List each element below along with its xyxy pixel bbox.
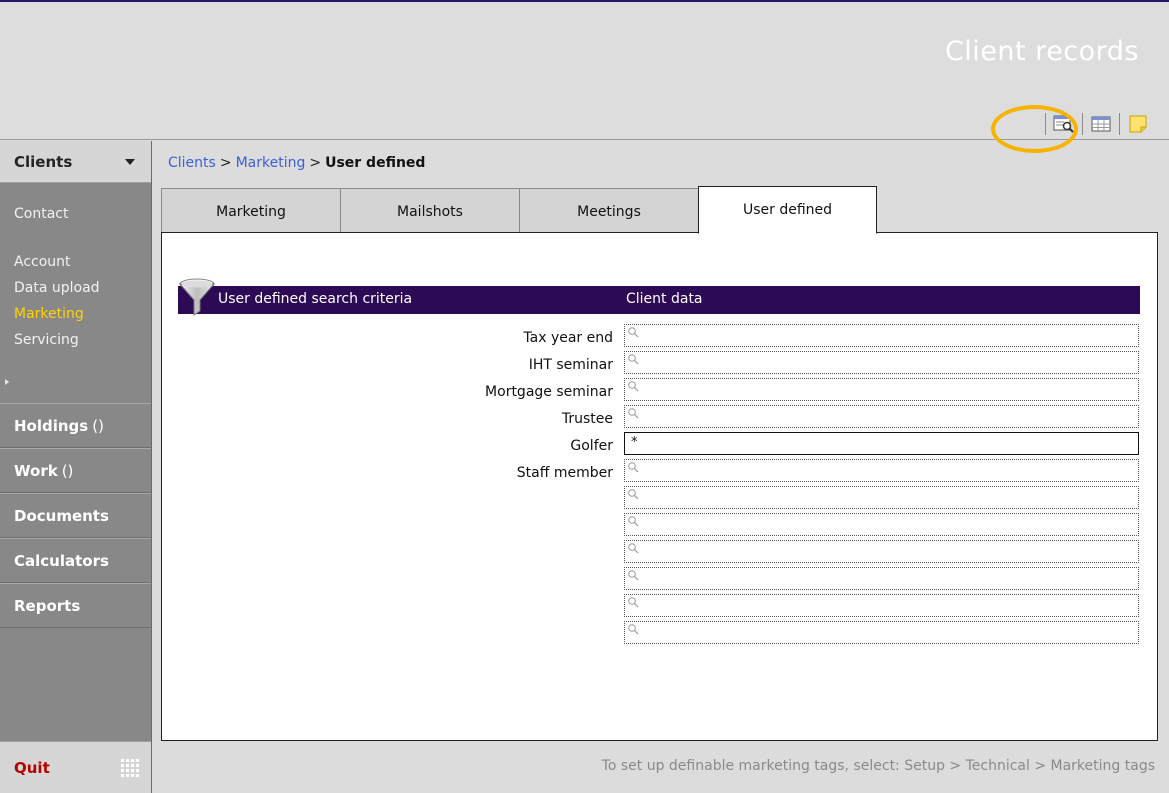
footer-hint: To set up definable marketing tags, sele…: [601, 758, 1155, 774]
sidebar-section-calculators[interactable]: Calculators: [0, 538, 151, 583]
chevron-down-icon: [125, 158, 135, 165]
sidebar-item-marketing[interactable]: Marketing: [14, 301, 151, 327]
section-label: Calculators: [14, 551, 109, 570]
breadcrumb-marketing[interactable]: Marketing: [236, 155, 306, 171]
grip-icon[interactable]: [121, 758, 139, 777]
toolbar-separator: [1119, 113, 1120, 135]
criteria-row: [162, 567, 1159, 593]
magnifier-icon: [628, 570, 639, 581]
tab-bar: Marketing Mailshots Meetings User define…: [161, 186, 877, 234]
sidebar: Clients Contact Account Data upload Mark…: [0, 141, 152, 793]
magnifier-icon: [628, 489, 639, 500]
criteria-field[interactable]: [624, 621, 1139, 644]
magnifier-icon: [628, 381, 639, 392]
criteria-row: [162, 540, 1159, 566]
criteria-field[interactable]: [624, 567, 1139, 590]
funnel-icon: [178, 277, 216, 323]
section-count: (): [61, 461, 74, 480]
criteria-label: Golfer: [570, 438, 613, 454]
breadcrumb-current: User defined: [325, 155, 426, 171]
magnifier-icon: [628, 543, 639, 554]
criteria-row: [162, 594, 1159, 620]
search-window-icon[interactable]: [1053, 114, 1075, 134]
sidebar-header-label: Clients: [14, 152, 73, 171]
field-value: *: [631, 435, 638, 450]
criteria-field[interactable]: [624, 459, 1139, 482]
criteria-label: IHT seminar: [528, 357, 613, 373]
criteria-row: [162, 486, 1159, 512]
sidebar-arrow-icon: [5, 379, 9, 385]
table-view-icon[interactable]: [1090, 114, 1112, 134]
section-label: Work: [14, 461, 58, 480]
toolbar-separator: [1082, 113, 1083, 135]
sticky-note-icon[interactable]: [1127, 114, 1149, 134]
tab-marketing[interactable]: Marketing: [161, 188, 340, 234]
criteria-field[interactable]: [624, 351, 1139, 374]
sidebar-section-work[interactable]: Work (): [0, 448, 151, 493]
sidebar-footer: Quit: [0, 741, 151, 793]
criteria-label: Tax year end: [523, 330, 613, 346]
criteria-row: Staff member: [162, 459, 1159, 485]
sidebar-section-reports[interactable]: Reports: [0, 583, 151, 628]
grid-right-header: Client data: [626, 291, 703, 307]
sidebar-item-servicing[interactable]: Servicing: [14, 327, 151, 353]
criteria-label: Mortgage seminar: [485, 384, 613, 400]
quit-button[interactable]: Quit: [14, 759, 50, 777]
sidebar-section-documents[interactable]: Documents: [0, 493, 151, 538]
criteria-field[interactable]: *: [624, 432, 1139, 455]
page-title: Client records: [944, 36, 1139, 67]
sidebar-section-holdings[interactable]: Holdings (): [0, 403, 151, 448]
criteria-field[interactable]: [624, 486, 1139, 509]
sidebar-item-data-upload[interactable]: Data upload: [14, 275, 151, 301]
magnifier-icon: [628, 516, 639, 527]
criteria-label: Trustee: [561, 411, 613, 427]
breadcrumb: Clients > Marketing > User defined: [168, 155, 425, 171]
sidebar-item-contact[interactable]: Contact: [14, 201, 151, 227]
breadcrumb-separator: >: [309, 155, 322, 171]
grid-left-header: User defined search criteria: [218, 291, 413, 307]
criteria-row: Trustee: [162, 405, 1159, 431]
breadcrumb-clients[interactable]: Clients: [168, 155, 216, 171]
section-label: Documents: [14, 506, 109, 525]
criteria-field[interactable]: [624, 405, 1139, 428]
section-label: Reports: [14, 596, 81, 615]
criteria-label: Staff member: [516, 465, 613, 481]
magnifier-icon: [628, 597, 639, 608]
magnifier-icon: [628, 624, 639, 635]
magnifier-icon: [628, 354, 639, 365]
criteria-field[interactable]: [624, 378, 1139, 401]
section-count: (): [92, 416, 104, 435]
criteria-field[interactable]: [624, 540, 1139, 563]
magnifier-icon: [628, 462, 639, 473]
magnifier-icon: [628, 408, 639, 419]
breadcrumb-separator: >: [219, 155, 232, 171]
tab-mailshots[interactable]: Mailshots: [340, 188, 519, 234]
sidebar-item-account[interactable]: Account: [14, 249, 151, 275]
toolbar: [1038, 109, 1149, 139]
criteria-row: Mortgage seminar: [162, 378, 1159, 404]
section-label: Holdings: [14, 416, 89, 435]
toolbar-separator: [1045, 113, 1046, 135]
app-header: Client records: [0, 2, 1169, 140]
criteria-row: Golfer *: [162, 432, 1159, 458]
criteria-row: Tax year end: [162, 324, 1159, 350]
criteria-row: IHT seminar: [162, 351, 1159, 377]
criteria-row: [162, 621, 1159, 647]
criteria-field[interactable]: [624, 324, 1139, 347]
criteria-row: [162, 513, 1159, 539]
criteria-field[interactable]: [624, 594, 1139, 617]
sidebar-submenu: Contact Account Data upload Marketing Se…: [0, 183, 151, 403]
content-panel: User defined search criteria Client data…: [161, 232, 1158, 741]
criteria-field[interactable]: [624, 513, 1139, 536]
magnifier-icon: [628, 327, 639, 338]
grid-header: User defined search criteria Client data: [178, 278, 1140, 316]
sidebar-clients-header[interactable]: Clients: [0, 141, 151, 183]
tab-user-defined[interactable]: User defined: [698, 186, 877, 234]
tab-meetings[interactable]: Meetings: [519, 188, 698, 234]
